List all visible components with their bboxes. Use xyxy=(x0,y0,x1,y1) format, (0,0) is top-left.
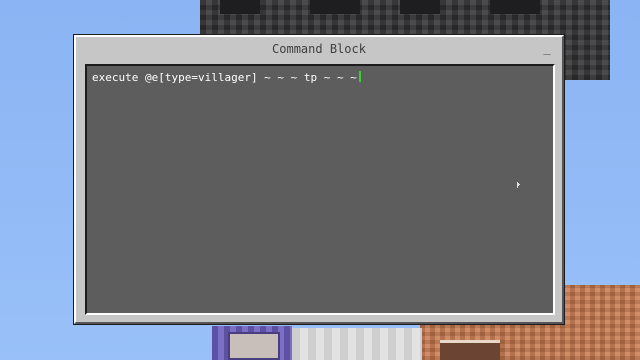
command-text: execute @e[type=villager] ~ ~ ~ tp ~ ~ ~ xyxy=(92,71,357,84)
game-scene: Command Block _ execute @e[type=villager… xyxy=(0,0,640,360)
command-block-world xyxy=(212,326,292,360)
quartz-block xyxy=(292,328,422,360)
command-text-line: execute @e[type=villager] ~ ~ ~ tp ~ ~ ~ xyxy=(92,71,361,84)
command-block-screen xyxy=(228,332,280,360)
text-caret xyxy=(358,71,361,82)
dialog-titlebar: Command Block _ xyxy=(76,37,562,64)
block-gap xyxy=(400,0,440,14)
minimize-icon[interactable]: _ xyxy=(540,41,554,55)
block-face xyxy=(440,340,500,360)
command-input[interactable]: execute @e[type=villager] ~ ~ ~ tp ~ ~ ~ xyxy=(85,64,555,315)
block-gap xyxy=(310,0,360,14)
block-gap xyxy=(220,0,260,14)
block-gap xyxy=(490,0,540,14)
dialog-title: Command Block xyxy=(272,42,366,56)
command-block-dialog: Command Block _ execute @e[type=villager… xyxy=(74,35,564,324)
mouse-pointer-icon xyxy=(517,182,520,188)
